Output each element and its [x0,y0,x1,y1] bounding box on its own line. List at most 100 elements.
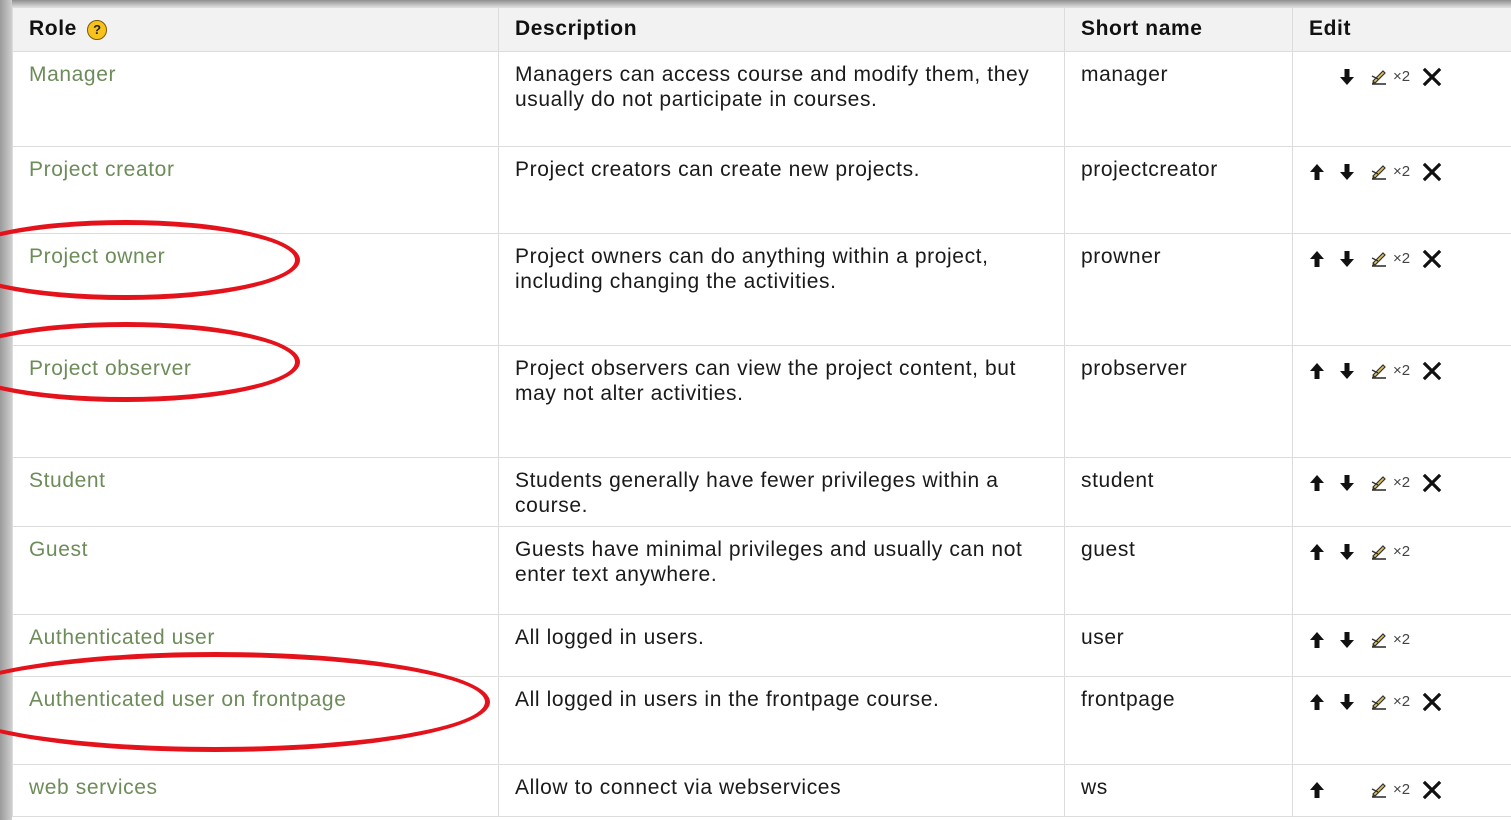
short-name-column-header: Short name [1064,7,1293,52]
table-row: Authenticated user All logged in users. us… [12,614,1511,677]
arrow-down-icon[interactable] [1339,630,1355,650]
role-link-student[interactable]: Student [29,469,106,492]
role-cell: Authenticated user [12,614,499,677]
arrow-up-icon[interactable] [1309,473,1325,493]
short-name-cell: projectcreator [1064,146,1293,234]
arrow-up-icon[interactable] [1309,162,1325,182]
description-cell: Allow to connect via webservices [498,764,1065,817]
role-link-authenticated-user-on-frontpage[interactable]: Authenticated user on frontpage [29,688,346,711]
description-cell: Project observers can view the project c… [498,345,1065,458]
role-cell: Project owner [12,233,499,346]
role-link-project-creator[interactable]: Project creator [29,158,175,181]
short-name-cell: ws [1064,764,1293,817]
delete-x-icon[interactable] [1422,162,1442,182]
delete-x-icon[interactable] [1422,249,1442,269]
short-name-cell: guest [1064,526,1293,615]
window-top-border [0,0,1511,7]
edit-actions: ×2 [1309,537,1495,564]
edit-actions: ×2 [1309,775,1495,802]
description-cell: Guests have minimal privileges and usual… [498,526,1065,615]
assign-pencil-icon[interactable] [1369,780,1389,800]
arrow-up-icon[interactable] [1309,249,1325,269]
table-row: Manager Managers can access course and mo… [12,51,1511,147]
assign-pencil-icon[interactable] [1369,473,1389,493]
table-row: Authenticated user on frontpage All logge… [12,676,1511,765]
role-link-manager[interactable]: Manager [29,63,116,86]
arrow-down-icon[interactable] [1339,162,1355,182]
short-name-cell: user [1064,614,1293,677]
assign-count[interactable]: ×2 [1393,689,1410,714]
role-link-project-owner[interactable]: Project owner [29,245,165,268]
assign-count[interactable]: ×2 [1393,539,1410,564]
delete-x-icon[interactable] [1422,361,1442,381]
edit-actions: ×2 [1309,356,1495,383]
assign-count[interactable]: ×2 [1393,64,1410,89]
short-name-cell: manager [1064,51,1293,147]
arrow-up-icon[interactable] [1309,542,1325,562]
assign-pencil-icon[interactable] [1369,249,1389,269]
arrow-up-icon[interactable] [1309,630,1325,650]
description-column-header: Description [498,7,1065,52]
edit-cell: ×2 [1292,457,1511,527]
edit-actions: ×2 [1309,157,1495,184]
table-row: Project creator Project creators can crea… [12,146,1511,234]
edit-cell: ×2 [1292,345,1511,458]
help-icon[interactable]: ? [87,20,108,40]
arrow-down-icon[interactable] [1339,249,1355,269]
assign-pencil-icon[interactable] [1369,162,1389,182]
role-header-label: Role [29,17,77,40]
arrow-down-icon[interactable] [1339,67,1355,87]
assign-count[interactable]: ×2 [1393,159,1410,184]
role-link-authenticated-user[interactable]: Authenticated user [29,626,215,649]
roles-table: Role ? Description Short name Edit Manag… [12,7,1511,817]
arrow-up-icon[interactable] [1309,361,1325,381]
delete-x-icon[interactable] [1422,692,1442,712]
assign-pencil-icon[interactable] [1369,630,1389,650]
description-cell: Students generally have fewer privileges… [498,457,1065,527]
description-cell: All logged in users in the frontpage cou… [498,676,1065,765]
assign-count[interactable]: ×2 [1393,358,1410,383]
arrow-up-icon[interactable] [1309,692,1325,712]
edit-actions: ×2 [1309,687,1495,714]
table-row: Guest Guests have minimal privileges and … [12,526,1511,615]
assign-pencil-icon[interactable] [1369,692,1389,712]
description-cell: Project creators can create new projects… [498,146,1065,234]
role-cell: Student [12,457,499,527]
table-row: Project observer Project observers can vi… [12,345,1511,458]
arrow-down-icon[interactable] [1339,692,1355,712]
assign-count[interactable]: ×2 [1393,627,1410,652]
delete-x-icon[interactable] [1422,780,1442,800]
role-cell: Guest [12,526,499,615]
description-cell: Project owners can do anything within a … [498,233,1065,346]
arrow-down-icon[interactable] [1339,361,1355,381]
arrow-up-icon[interactable] [1309,780,1325,800]
delete-x-icon[interactable] [1422,67,1442,87]
assign-count[interactable]: ×2 [1393,470,1410,495]
table-header-row: Role ? Description Short name Edit [12,7,1511,52]
delete-x-icon[interactable] [1422,473,1442,493]
edit-cell: ×2 [1292,614,1511,677]
arrow-down-icon[interactable] [1339,473,1355,493]
short-name-cell: probserver [1064,345,1293,458]
edit-cell: ×2 [1292,526,1511,615]
assign-count[interactable]: ×2 [1393,777,1410,802]
role-link-guest[interactable]: Guest [29,538,88,561]
edit-cell: ×2 [1292,51,1511,147]
role-cell: Manager [12,51,499,147]
role-cell: Authenticated user on frontpage [12,676,499,765]
role-link-project-observer[interactable]: Project observer [29,357,192,380]
role-cell: web services [12,764,499,817]
description-cell: Managers can access course and modify th… [498,51,1065,147]
role-link-web-services[interactable]: web services [29,776,158,799]
assign-pencil-icon[interactable] [1369,67,1389,87]
short-name-cell: frontpage [1064,676,1293,765]
arrow-down-icon[interactable] [1339,542,1355,562]
edit-cell: ×2 [1292,233,1511,346]
edit-actions: ×2 [1309,62,1495,89]
assign-pencil-icon[interactable] [1369,361,1389,381]
role-cell: Project creator [12,146,499,234]
assign-pencil-icon[interactable] [1369,542,1389,562]
edit-cell: ×2 [1292,764,1511,817]
edit-actions: ×2 [1309,625,1495,652]
assign-count[interactable]: ×2 [1393,246,1410,271]
